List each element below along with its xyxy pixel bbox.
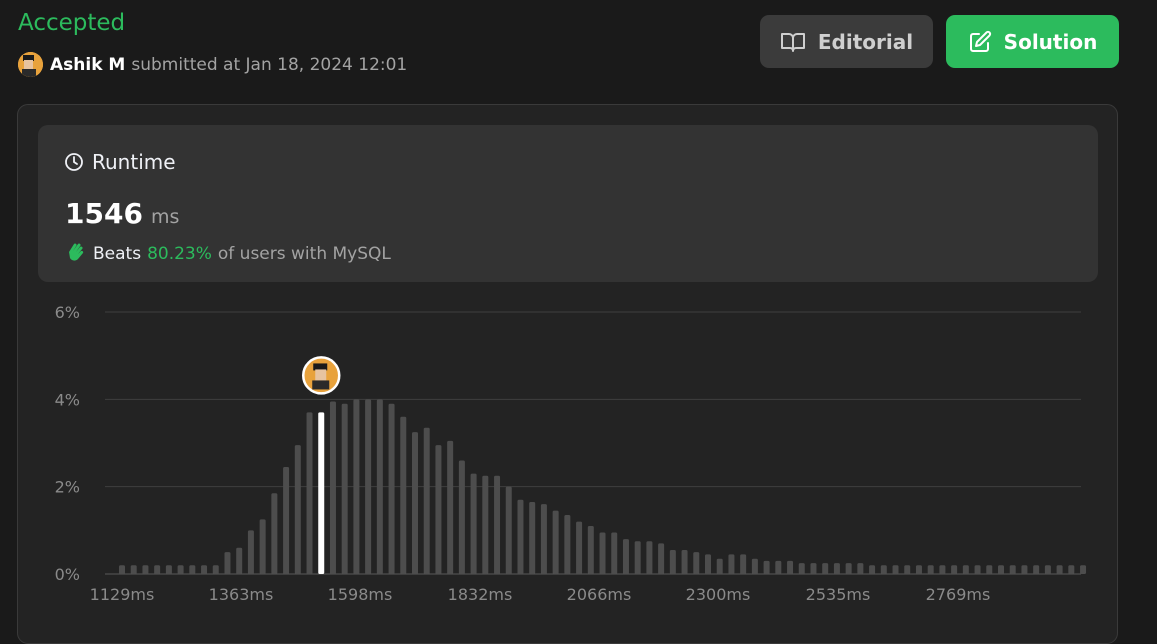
x-tick-label: 1832ms [448, 585, 513, 604]
distribution-bar[interactable] [165, 565, 172, 574]
highlight-bar[interactable] [318, 412, 325, 574]
distribution-bar[interactable] [494, 475, 501, 574]
distribution-bar[interactable] [482, 475, 489, 574]
distribution-bar[interactable] [540, 504, 547, 574]
distribution-bar[interactable] [1009, 565, 1016, 574]
distribution-bar[interactable] [529, 501, 536, 574]
distribution-bar[interactable] [212, 565, 219, 574]
distribution-bar[interactable] [1033, 565, 1040, 574]
x-tick-label: 2066ms [567, 585, 632, 604]
distribution-bar[interactable] [904, 565, 911, 574]
distribution-bar[interactable] [787, 560, 794, 574]
distribution-bar[interactable] [294, 445, 301, 574]
x-tick-label: 2535ms [806, 585, 871, 604]
distribution-bar[interactable] [693, 552, 700, 574]
distribution-bar[interactable] [986, 565, 993, 574]
distribution-bar[interactable] [775, 560, 782, 574]
runtime-distribution-chart: 6% 4% 2% 0% 1129ms 1363ms 1598ms 1832ms 2066ms 23… [55, 303, 1087, 604]
distribution-bar[interactable] [833, 563, 840, 574]
distribution-bar[interactable] [154, 565, 161, 574]
distribution-bar[interactable] [810, 563, 817, 574]
distribution-bar[interactable] [927, 565, 934, 574]
x-tick-label: 2769ms [926, 585, 991, 604]
distribution-bar[interactable] [740, 554, 747, 574]
distribution-bar[interactable] [892, 565, 899, 574]
distribution-bar[interactable] [951, 565, 958, 574]
distribution-bar[interactable] [962, 565, 969, 574]
distribution-bar[interactable] [259, 519, 266, 574]
distribution-bar[interactable] [564, 515, 571, 574]
distribution-bar[interactable] [201, 565, 208, 574]
distribution-bar[interactable] [1068, 565, 1075, 574]
distribution-bar[interactable] [423, 427, 430, 574]
distribution-bar[interactable] [505, 486, 512, 574]
distribution-bar[interactable] [341, 403, 348, 574]
distribution-bar[interactable] [283, 467, 290, 574]
distribution-bar[interactable] [236, 547, 243, 574]
distribution-bar[interactable] [1021, 565, 1028, 574]
distribution-bar[interactable] [751, 558, 758, 574]
distribution-bar[interactable] [353, 399, 360, 574]
distribution-bar[interactable] [763, 560, 770, 574]
distribution-bar[interactable] [622, 539, 629, 574]
distribution-bar[interactable] [974, 565, 981, 574]
distribution-bar[interactable] [119, 565, 125, 574]
distribution-bar[interactable] [939, 565, 946, 574]
distribution-bar[interactable] [1044, 565, 1051, 574]
y-tick-label: 6% [55, 303, 80, 322]
distribution-bar[interactable] [705, 554, 711, 574]
distribution-bar[interactable] [306, 412, 313, 574]
distribution-bar[interactable] [189, 565, 196, 574]
distribution-bar[interactable] [587, 525, 594, 574]
y-tick-label: 4% [55, 390, 80, 409]
distribution-bar[interactable] [857, 563, 864, 574]
distribution-bar[interactable] [669, 549, 676, 574]
distribution-bar[interactable] [247, 530, 254, 574]
distribution-bar[interactable] [658, 543, 665, 574]
distribution-bar[interactable] [716, 558, 723, 574]
distribution-bar[interactable] [376, 399, 383, 574]
distribution-bar[interactable] [552, 510, 559, 574]
distribution-bar[interactable] [646, 541, 653, 574]
distribution-bar[interactable] [798, 563, 805, 574]
distribution-bar[interactable] [177, 565, 184, 574]
distribution-bar[interactable] [329, 401, 336, 574]
distribution-bar[interactable] [599, 532, 606, 574]
distribution-bar[interactable] [681, 549, 688, 574]
y-tick-label: 0% [55, 565, 80, 584]
distribution-bar[interactable] [447, 440, 454, 574]
distribution-bar[interactable] [470, 473, 477, 574]
your-submission-marker[interactable] [301, 356, 341, 395]
distribution-bar[interactable] [412, 432, 418, 574]
distribution-bar[interactable] [822, 563, 829, 574]
x-tick-label: 2300ms [686, 585, 751, 604]
x-tick-label: 1129ms [90, 585, 155, 604]
distribution-bar[interactable] [869, 565, 876, 574]
distribution-bar[interactable] [400, 416, 407, 574]
distribution-bar[interactable] [915, 565, 922, 574]
distribution-bar[interactable] [130, 565, 137, 574]
distribution-bar[interactable] [880, 565, 887, 574]
distribution-bar[interactable] [611, 532, 618, 574]
distribution-bar[interactable] [365, 399, 372, 574]
distribution-bar[interactable] [998, 565, 1004, 574]
distribution-bar[interactable] [142, 565, 149, 574]
distribution-bar[interactable] [435, 445, 442, 574]
distribution-bar[interactable] [728, 554, 735, 574]
distribution-bar[interactable] [224, 552, 231, 574]
x-tick-label: 1598ms [328, 585, 393, 604]
distribution-bar[interactable] [271, 493, 278, 574]
distribution-bar[interactable] [845, 563, 852, 574]
distribution-bar[interactable] [458, 460, 465, 574]
distribution-bar[interactable] [634, 541, 641, 574]
distribution-bar[interactable] [388, 403, 395, 574]
y-tick-label: 2% [55, 478, 80, 497]
distribution-bar[interactable] [1056, 565, 1063, 574]
x-tick-label: 1363ms [209, 585, 274, 604]
distribution-bar[interactable] [517, 499, 524, 574]
distribution-bar[interactable] [576, 521, 583, 574]
distribution-bar[interactable] [1080, 565, 1087, 574]
